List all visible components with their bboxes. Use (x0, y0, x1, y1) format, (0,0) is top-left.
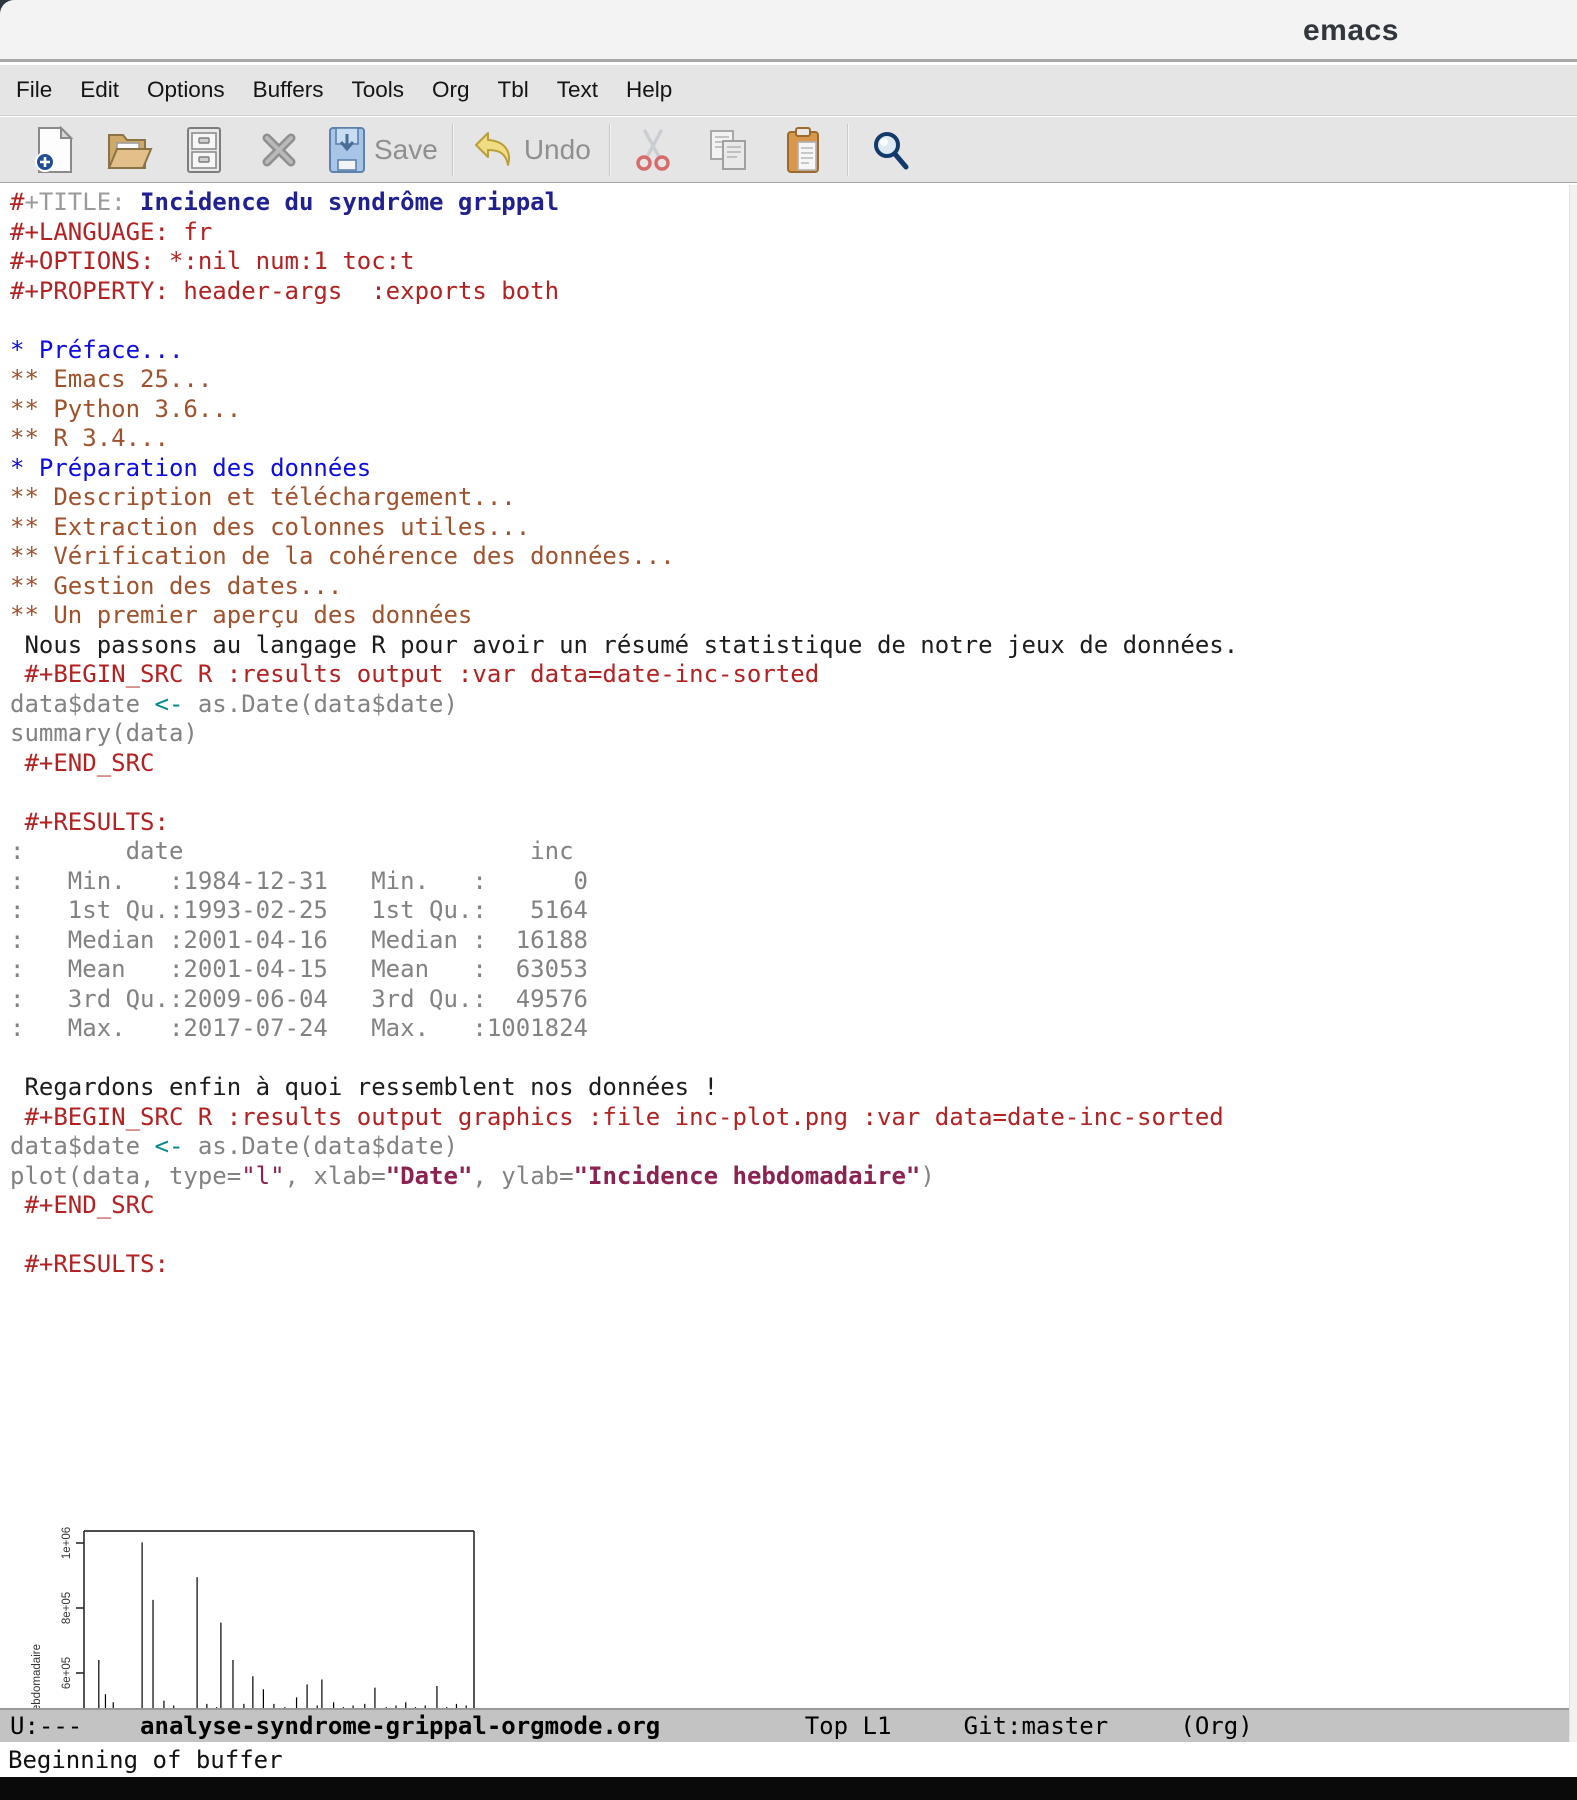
buffer-line: ** Description et téléchargement... (10, 483, 1569, 513)
buffer-line: data$date <- as.Date(data$date) (10, 1132, 1569, 1162)
save-label: Save (374, 134, 438, 166)
close-buffer-button[interactable] (251, 123, 307, 177)
open-folder-icon (105, 127, 153, 173)
buffer-line: : 3rd Qu.:2009-06-04 3rd Qu.: 49576 (10, 985, 1569, 1015)
title-bar[interactable]: emacs (0, 0, 1577, 62)
buffer-line: ** Vérification de la cohérence des donn… (10, 542, 1569, 572)
buffer-line (10, 306, 1569, 336)
buffer-line: #+PROPERTY: header-args :exports both (10, 277, 1569, 307)
inline-plot-image: 6e+05 8e+05 1e+06 Incidence hebdomadaire (20, 1493, 476, 1708)
svg-text:8e+05: 8e+05 (61, 1592, 73, 1624)
emacs-frame: emacs FileEditOptionsBuffersToolsOrgTblT… (0, 0, 1577, 1800)
buffer-content: #+TITLE: Incidence du syndrôme grippal#+… (0, 185, 1569, 1280)
svg-text:Incidence hebdomadaire: Incidence hebdomadaire (31, 1644, 43, 1708)
menu-edit[interactable]: Edit (66, 65, 133, 115)
cut-button[interactable] (625, 123, 681, 177)
new-file-icon (33, 126, 75, 174)
open-file-button[interactable] (101, 123, 157, 177)
window-title: emacs (1303, 14, 1399, 48)
toolbar: Save Undo (0, 117, 1577, 183)
undo-icon (470, 129, 518, 171)
file-cabinet-icon (185, 126, 223, 174)
buffer-line: #+BEGIN_SRC R :results output :var data=… (10, 660, 1569, 690)
svg-text:1e+06: 1e+06 (61, 1527, 73, 1559)
buffer-line: ** Python 3.6... (10, 395, 1569, 425)
paste-button[interactable] (775, 123, 831, 177)
buffer-line: #+END_SRC (10, 749, 1569, 779)
toolbar-separator (847, 124, 849, 176)
search-button[interactable] (863, 123, 919, 177)
buffer-text-area[interactable]: #+TITLE: Incidence du syndrôme grippal#+… (0, 185, 1569, 1708)
buffer-line: #+RESULTS: (10, 808, 1569, 838)
menu-tbl[interactable]: Tbl (484, 65, 543, 115)
buffer-line: #+LANGUAGE: fr (10, 218, 1569, 248)
buffer-line: Nous passons au langage R pour avoir un … (10, 631, 1569, 661)
menu-buffers[interactable]: Buffers (239, 65, 338, 115)
echo-message: Beginning of buffer (8, 1746, 283, 1774)
paste-clipboard-icon (785, 126, 821, 174)
buffer-line: ** Gestion des dates... (10, 572, 1569, 602)
copy-icon (707, 127, 749, 173)
buffer-line: Regardons enfin à quoi ressemblent nos d… (10, 1073, 1569, 1103)
dired-button[interactable] (176, 123, 232, 177)
buffer-line (10, 778, 1569, 808)
buffer-line: data$date <- as.Date(data$date) (10, 690, 1569, 720)
buffer-line: : 1st Qu.:1993-02-25 1st Qu.: 5164 (10, 896, 1569, 926)
echo-area: Beginning of buffer (0, 1742, 1577, 1777)
buffer-line: #+BEGIN_SRC R :results output graphics :… (10, 1103, 1569, 1133)
undo-label: Undo (524, 134, 591, 166)
close-x-icon (259, 130, 299, 170)
menu-text[interactable]: Text (543, 65, 612, 115)
menu-bar: FileEditOptionsBuffersToolsOrgTblTextHel… (0, 65, 1577, 116)
modeline-buffer-name: analyse-syndrome-grippal-orgmode.org (140, 1712, 660, 1740)
svg-text:6e+05: 6e+05 (61, 1657, 73, 1689)
buffer-line: : Min. :1984-12-31 Min. : 0 (10, 867, 1569, 897)
buffer-line: #+TITLE: Incidence du syndrôme grippal (10, 188, 1569, 218)
buffer-line: #+END_SRC (10, 1191, 1569, 1221)
buffer-line: : date inc (10, 837, 1569, 867)
new-file-button[interactable] (26, 123, 82, 177)
menu-options[interactable]: Options (133, 65, 239, 115)
buffer-line: ** Emacs 25... (10, 365, 1569, 395)
menu-help[interactable]: Help (612, 65, 686, 115)
buffer-line: ** Extraction des colonnes utiles... (10, 513, 1569, 543)
undo-button[interactable]: Undo (470, 123, 591, 177)
menu-file[interactable]: File (2, 65, 66, 115)
menu-tools[interactable]: Tools (337, 65, 418, 115)
toolbar-separator (609, 124, 611, 176)
buffer-line: * Préparation des données (10, 454, 1569, 484)
buffer-line: plot(data, type="l", xlab="Date", ylab="… (10, 1162, 1569, 1192)
scrollbar-strip[interactable] (1569, 185, 1577, 1742)
buffer-line: ** Un premier aperçu des données (10, 601, 1569, 631)
modeline-info: Top L1 Git:master (Org) (660, 1712, 1252, 1740)
bottom-black-bar (0, 1777, 1577, 1800)
search-icon (869, 128, 913, 172)
cut-scissors-icon (635, 127, 671, 173)
modeline-info: U:--- (10, 1712, 140, 1740)
buffer-line: : Median :2001-04-16 Median : 16188 (10, 926, 1569, 956)
buffer-line: * Préface... (10, 336, 1569, 366)
save-icon (326, 126, 368, 174)
toolbar-separator (452, 124, 454, 176)
buffer-line: #+RESULTS: (10, 1250, 1569, 1280)
buffer-line: : Mean :2001-04-15 Mean : 63053 (10, 955, 1569, 985)
buffer-line: : Max. :2017-07-24 Max. :1001824 (10, 1014, 1569, 1044)
buffer-line: #+OPTIONS: *:nil num:1 toc:t (10, 247, 1569, 277)
menu-org[interactable]: Org (418, 65, 484, 115)
copy-button[interactable] (700, 123, 756, 177)
buffer-line: summary(data) (10, 719, 1569, 749)
buffer-line: ** R 3.4... (10, 424, 1569, 454)
buffer-line (10, 1221, 1569, 1251)
mode-line: U:--- analyse-syndrome-grippal-orgmode.o… (0, 1708, 1569, 1742)
save-button[interactable]: Save (326, 123, 438, 177)
buffer-line (10, 1044, 1569, 1074)
